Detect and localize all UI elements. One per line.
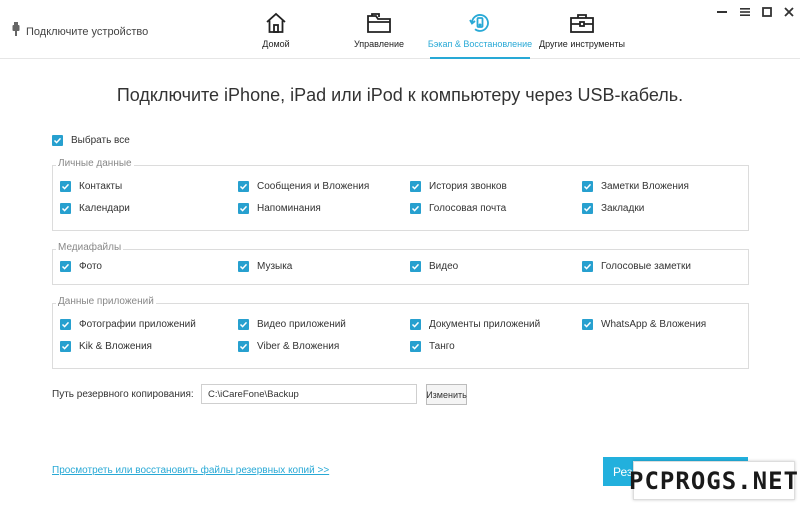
usb-plug-icon [12,22,20,41]
checkbox-checked-icon [238,341,249,352]
checkbox-checked-icon [410,319,421,330]
backup-path-label: Путь резервного копирования: [52,389,194,400]
checkbox-app-documents[interactable]: Документы приложений [410,319,540,330]
menu-button[interactable] [737,4,753,20]
checkbox-label: Голосовая почта [429,203,507,214]
checkbox-voice-memos[interactable]: Голосовые заметки [582,261,691,272]
checkbox-calendars[interactable]: Календари [60,203,130,214]
personal-data-group [52,165,749,231]
folder-icon [366,11,392,35]
checkbox-label: Музыка [257,261,293,272]
checkbox-tango[interactable]: Танго [410,341,455,352]
checkbox-photos[interactable]: Фото [60,261,102,272]
select-all-label: Выбрать все [71,135,130,146]
checkbox-bookmarks[interactable]: Закладки [582,203,644,214]
checkbox-checked-icon [582,203,593,214]
checkbox-notes[interactable]: Заметки Вложения [582,181,689,192]
toolbox-icon [569,11,595,35]
checkbox-music[interactable]: Музыка [238,261,292,272]
checkbox-viber[interactable]: Viber & Вложения [238,341,339,352]
checkbox-checked-icon [60,319,71,330]
backup-restore-icon [468,11,492,35]
checkbox-contacts[interactable]: Контакты [60,181,122,192]
checkbox-label: Заметки Вложения [601,181,689,192]
checkbox-label: Закладки [601,203,645,214]
watermark: PCPROGS.NET [629,461,798,500]
checkbox-label: Календари [79,203,130,214]
checkbox-label: Фото [79,261,102,272]
checkbox-label: Видео [429,261,459,272]
select-all-checkbox[interactable]: Выбрать все [52,135,130,146]
tab-manage[interactable]: Управление [352,0,406,58]
checkbox-label: Танго [429,341,455,352]
change-path-button[interactable]: Изменить [426,384,467,405]
checkbox-checked-icon [238,203,249,214]
checkbox-label: Голосовые заметки [601,261,691,272]
device-status-label: Подключите устройство [26,25,149,38]
page-heading: Подключите iPhone, iPad или iPod к компь… [116,85,684,105]
checkbox-checked-icon [238,181,249,192]
checkbox-checked-icon [60,341,71,352]
media-title: Медиафайлы [56,242,124,253]
checkbox-kik[interactable]: Kik & Вложения [60,341,152,352]
checkbox-messages[interactable]: Сообщения и Вложения [238,181,369,192]
tab-home[interactable]: Домой [256,0,296,58]
top-bar: Подключите устройство Домой Управление Б… [0,0,800,59]
tab-backup-restore[interactable]: Бэкап & Восстановление [427,0,533,59]
home-icon [264,11,288,35]
checkbox-label: История звонков [429,181,507,192]
app-data-group [52,303,749,369]
close-button[interactable] [781,4,797,20]
checkbox-checked-icon [60,181,71,192]
checkbox-app-photos[interactable]: Фотографии приложений [60,319,196,330]
tab-other-tools[interactable]: Другие инструменты [539,0,625,58]
checkbox-checked-icon [410,341,421,352]
backup-path-input[interactable] [201,384,417,404]
checkbox-label: Сообщения и Вложения [257,181,370,192]
app-data-title: Данные приложений [56,296,156,307]
checkbox-checked-icon [582,261,593,272]
checkbox-video[interactable]: Видео [410,261,458,272]
device-status: Подключите устройство [12,22,148,41]
tab-backup-restore-label: Бэкап & Восстановление [427,39,533,49]
checkbox-voicemail[interactable]: Голосовая почта [410,203,506,214]
personal-data-title: Личные данные [56,158,134,169]
checkbox-checked-icon [60,203,71,214]
tab-other-tools-label: Другие инструменты [539,39,625,49]
checkbox-label: Контакты [79,181,123,192]
checkbox-label: Фотографии приложений [79,319,196,330]
maximize-button[interactable] [759,4,775,20]
checkbox-checked-icon [52,135,63,146]
checkbox-call-history[interactable]: История звонков [410,181,507,192]
view-backups-link[interactable]: Просмотреть или восстановить файлы резер… [52,465,329,476]
checkbox-checked-icon [582,181,593,192]
checkbox-app-videos[interactable]: Видео приложений [238,319,346,330]
checkbox-checked-icon [582,319,593,330]
checkbox-checked-icon [60,261,71,272]
checkbox-label: Видео приложений [257,319,346,330]
checkbox-label: Документы приложений [429,319,541,330]
checkbox-label: Напоминания [257,203,321,214]
checkbox-label: WhatsApp & Вложения [601,319,707,330]
checkbox-checked-icon [238,261,249,272]
tab-home-label: Домой [262,39,290,49]
checkbox-checked-icon [410,203,421,214]
checkbox-reminders[interactable]: Напоминания [238,203,321,214]
minimize-button[interactable] [714,4,730,20]
checkbox-checked-icon [238,319,249,330]
checkbox-whatsapp[interactable]: WhatsApp & Вложения [582,319,706,330]
checkbox-label: Viber & Вложения [257,341,340,352]
tab-manage-label: Управление [353,39,405,49]
checkbox-label: Kik & Вложения [79,341,152,352]
checkbox-checked-icon [410,181,421,192]
checkbox-checked-icon [410,261,421,272]
